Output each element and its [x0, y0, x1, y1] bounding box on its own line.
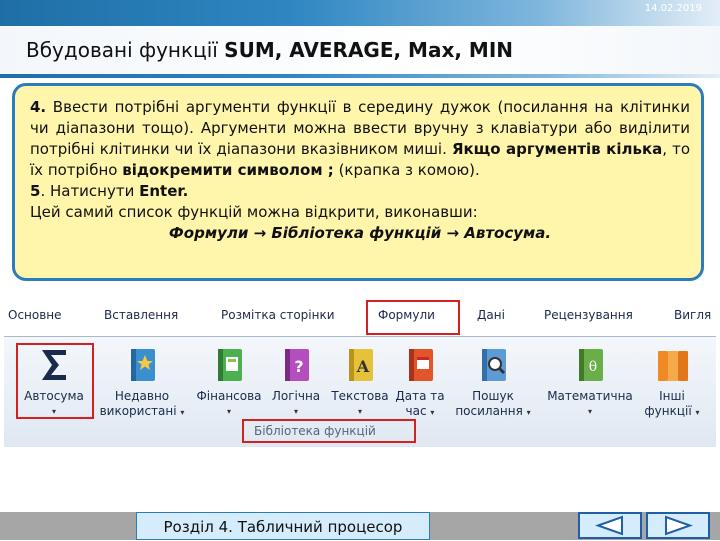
theta-book-icon: θ: [579, 349, 603, 381]
finance-book-icon: [218, 349, 242, 381]
date-time-dropdown-arrow: ▾: [430, 408, 435, 417]
title-prefix: Вбудовані функції: [26, 38, 225, 62]
tab-page-layout[interactable]: Розмітка сторінки: [221, 308, 335, 322]
financial-label-row: Фінансова: [194, 389, 264, 404]
logical-label: Логічна: [271, 389, 321, 403]
menu-path: Формули → Бібліотека функцій → Автосума.: [30, 223, 690, 244]
step-4-end: (крапка з комою).: [333, 161, 480, 179]
more-functions-label-2-row: функції ▾: [642, 404, 702, 420]
step-4-paragraph: 4. Ввести потрібні аргументи функції в с…: [30, 97, 690, 181]
svg-text:?: ?: [294, 357, 303, 376]
step-5-text: . Натиснути: [40, 182, 140, 200]
recently-used-label-2-row: використані ▾: [92, 404, 192, 420]
triangle-left-icon: [595, 515, 623, 536]
step-5-paragraph: 5. Натиснути Enter.: [30, 181, 690, 202]
more-functions-label-2: функції: [644, 404, 692, 418]
tab-review[interactable]: Рецензування: [544, 308, 633, 322]
star-book-icon: [131, 349, 155, 381]
question-book-icon: ?: [285, 349, 309, 381]
step-5-number: 5: [30, 182, 41, 200]
more-functions-dropdown-arrow: ▾: [695, 408, 700, 417]
tab-home[interactable]: Основне: [8, 308, 62, 322]
financial-dropdown-arrow: ▾: [226, 407, 231, 416]
slide-title: Вбудовані функції SUM, AVERAGE, Max, MIN: [26, 38, 513, 62]
books-icon: [658, 351, 688, 381]
date-time-button[interactable]: Дата та час ▾: [394, 345, 446, 420]
search-book-icon: [482, 349, 506, 381]
more-functions-label-1: Інші: [659, 389, 685, 403]
function-library-group-label: Бібліотека функцій: [254, 424, 376, 438]
lookup-label-1: Пошук: [472, 389, 514, 403]
step-4-bold: Якщо аргументів кілька: [451, 140, 663, 158]
lookup-dropdown-arrow: ▾: [526, 408, 531, 417]
text-dropdown-arrow: ▾: [357, 407, 362, 416]
recently-used-dropdown-arrow: ▾: [180, 408, 185, 417]
tab-data[interactable]: Дані: [477, 308, 505, 322]
title-bold: SUM, AVERAGE, Max, MIN: [224, 38, 513, 62]
step-5-bold: Enter.: [139, 182, 189, 200]
prev-slide-button[interactable]: [578, 512, 642, 539]
recently-used-label-2: використані: [99, 404, 177, 418]
step-4-number: 4.: [30, 98, 47, 116]
date-time-label-2-row: час ▾: [394, 404, 446, 420]
svg-text:A: A: [356, 357, 370, 376]
recently-used-label-1: Недавно: [114, 389, 170, 403]
same-list-text: Цей самий список функцій можна відкрити,…: [30, 203, 478, 221]
financial-button[interactable]: Фінансова ▾: [194, 345, 264, 419]
date-time-label-1: Дата та: [395, 389, 445, 403]
next-slide-button[interactable]: [646, 512, 710, 539]
text-label: Текстова: [331, 389, 389, 403]
svg-text:θ: θ: [589, 359, 597, 375]
section-label: Розділ 4. Табличний процесор: [136, 512, 430, 540]
lookup-label-2: посилання: [455, 404, 523, 418]
calendar-book-icon: [409, 349, 433, 381]
date-time-label-2: час: [405, 404, 427, 418]
lookup-label-2-row: посилання ▾: [448, 404, 538, 420]
text-button[interactable]: A Текстова ▾: [328, 345, 392, 419]
recently-used-button[interactable]: Недавно використані ▾: [92, 345, 192, 420]
math-trig-dropdown-arrow: ▾: [587, 407, 592, 416]
text-book-icon: A: [349, 349, 373, 381]
ribbon-tabs: Основне Вставлення Розмітка сторінки Фор…: [4, 298, 716, 336]
logical-dropdown-arrow: ▾: [293, 407, 298, 416]
tab-view[interactable]: Вигля: [674, 308, 711, 322]
autosum-highlight: [16, 343, 94, 419]
slide-date: 14.02.2019: [644, 3, 702, 14]
formulas-tab-highlight: [366, 300, 460, 335]
excel-ribbon-screenshot: Основне Вставлення Розмітка сторінки Фор…: [4, 298, 716, 447]
triangle-right-icon: [665, 515, 693, 536]
more-functions-button[interactable]: Інші функції ▾: [642, 345, 702, 420]
step-4-bold2: відокремити символом ;: [122, 161, 334, 179]
logical-button[interactable]: ? Логічна ▾: [266, 345, 326, 419]
math-trig-label: Математична: [547, 389, 633, 403]
tab-insert[interactable]: Вставлення: [104, 308, 178, 322]
function-library-ribbon: Автосума ▾ Недавно використані ▾ Фінансо…: [4, 336, 716, 447]
lookup-reference-button[interactable]: Пошук посилання ▾: [448, 345, 538, 420]
menu-path-text: Формули → Бібліотека функцій → Автосума.: [168, 224, 552, 242]
instruction-textbox: 4. Ввести потрібні аргументи функції в с…: [12, 83, 704, 281]
math-trig-button[interactable]: θ Математична ▾: [540, 345, 640, 419]
financial-label: Фінансова: [196, 389, 262, 403]
